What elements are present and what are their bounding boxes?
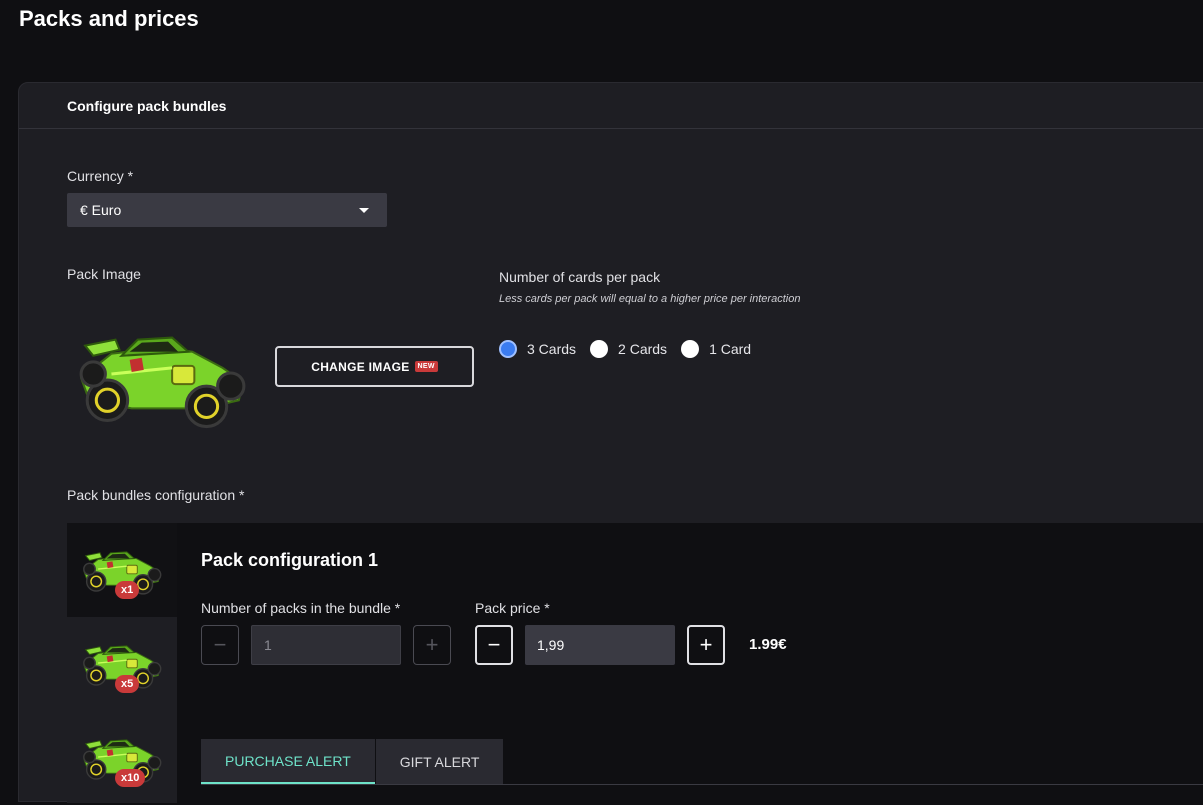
radio-label: 1 Card (709, 341, 752, 357)
plus-icon[interactable]: + (687, 625, 725, 665)
tabs-divider (201, 784, 1203, 785)
minus-icon[interactable]: − (475, 625, 513, 665)
pack-price-label: Pack price * (475, 600, 550, 616)
minus-icon[interactable]: − (201, 625, 239, 665)
bundle-thumb-10[interactable]: x10 (67, 711, 177, 805)
packs-count-input[interactable]: 1 (251, 625, 401, 665)
radio-label: 2 Cards (618, 341, 668, 357)
pack-image-label: Pack Image (67, 266, 141, 282)
configure-panel: Configure pack bundles Currency * € Euro… (18, 82, 1203, 803)
tab-gift-alert[interactable]: GIFT ALERT (375, 739, 504, 785)
pack-price-input[interactable]: 1,99 (525, 625, 675, 665)
change-image-label: CHANGE IMAGE (311, 359, 410, 374)
cards-per-pack-note: Less cards per pack will equal to a high… (499, 293, 801, 305)
page-title: Packs and prices (19, 6, 199, 31)
count-badge: x1 (115, 581, 140, 599)
radio-1-card[interactable]: 1 Card (681, 340, 751, 358)
count-badge: x10 (115, 769, 146, 787)
plus-icon[interactable]: + (413, 625, 451, 665)
count-badge: x5 (115, 675, 140, 693)
bundle-area: x1 x5 x10 Pack configuration 1 Number of… (67, 523, 1203, 803)
currency-label: Currency * (67, 168, 134, 184)
cards-radio-group: 3 Cards 2 Cards 1 Card (499, 340, 765, 358)
tab-purchase-alert[interactable]: PURCHASE ALERT (201, 739, 375, 785)
radio-button[interactable] (590, 340, 609, 358)
panel-header: Configure pack bundles (19, 83, 1203, 129)
bundle-thumbnails: x1 x5 x10 (67, 523, 177, 803)
car-icon (71, 315, 253, 437)
alert-tabs: PURCHASE ALERT GIFT ALERT (201, 739, 504, 785)
change-image-button[interactable]: CHANGE IMAGE NEW (275, 346, 474, 387)
price-display: 1.99€ (749, 636, 787, 653)
chevron-down-icon (359, 208, 369, 213)
currency-value: € Euro (80, 202, 122, 218)
pack-config-panel: Pack configuration 1 Number of packs in … (177, 523, 1203, 803)
packs-count-label: Number of packs in the bundle * (201, 600, 401, 616)
cards-per-pack-label: Number of cards per pack (499, 269, 661, 285)
bundles-label: Pack bundles configuration * (67, 487, 245, 503)
radio-button-selected[interactable] (499, 340, 517, 358)
currency-select[interactable]: € Euro (67, 193, 387, 227)
new-badge: NEW (414, 361, 438, 372)
radio-button[interactable] (681, 340, 700, 358)
radio-2-cards[interactable]: 2 Cards (590, 340, 667, 358)
radio-label: 3 Cards (527, 341, 577, 357)
radio-3-cards[interactable]: 3 Cards (499, 340, 576, 358)
config-title: Pack configuration 1 (201, 550, 379, 570)
bundle-thumb-1[interactable]: x1 (67, 523, 177, 617)
bundle-thumb-5[interactable]: x5 (67, 617, 177, 711)
